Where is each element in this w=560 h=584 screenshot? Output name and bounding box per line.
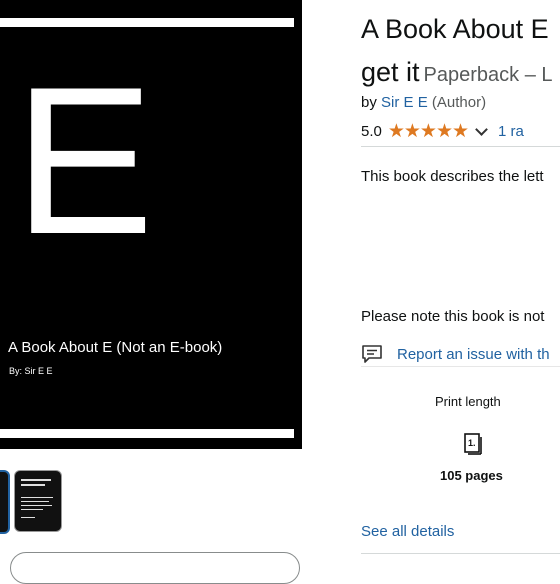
thumb-text-line — [21, 505, 52, 506]
ratings-count-link[interactable]: 1 ra — [498, 123, 524, 140]
cover-top-stripe — [0, 18, 294, 27]
by-label: by — [361, 94, 377, 111]
product-description: This book describes the lett — [361, 168, 544, 185]
cover-big-letter: E — [14, 43, 155, 278]
bottom-button[interactable] — [10, 552, 300, 584]
author-link[interactable]: Sir E E — [381, 94, 428, 111]
chevron-down-icon[interactable] — [475, 123, 488, 136]
thumbnail-1[interactable] — [0, 470, 10, 534]
product-title: A Book About E — [361, 13, 549, 45]
product-title-cont: get it Paperback – L — [361, 56, 553, 91]
cover-author: By: Sir E E — [9, 366, 53, 376]
byline: by Sir E E (Author) — [361, 94, 486, 111]
cover-bottom-stripe — [0, 429, 294, 438]
product-title-line2: get it — [361, 57, 420, 87]
book-cover-image[interactable]: E A Book About E (Not an E-book) By: Sir… — [0, 0, 302, 449]
divider — [361, 366, 560, 367]
thumb-text-line — [21, 497, 53, 498]
divider — [361, 553, 560, 554]
rating-value: 5.0 — [361, 123, 382, 140]
rating-row: 5.0 ★★★★★ 1 ra — [361, 120, 524, 143]
print-length-label: Print length — [435, 394, 501, 409]
report-issue[interactable]: Report an issue with th — [361, 344, 550, 364]
product-note: Please note this book is not — [361, 308, 545, 325]
thumbnail-2[interactable] — [14, 470, 62, 532]
see-all-details-link[interactable]: See all details — [361, 523, 454, 540]
author-role: (Author) — [431, 94, 487, 111]
thumb-text-line — [21, 501, 49, 502]
cover-title: A Book About E (Not an E-book) — [8, 339, 223, 356]
svg-text:1.: 1. — [468, 438, 476, 448]
report-issue-link[interactable]: Report an issue with th — [397, 346, 550, 363]
divider — [361, 146, 560, 147]
thumb-text-line — [21, 517, 35, 518]
thumb-text-line — [21, 484, 45, 486]
print-length-value: 105 pages — [440, 468, 503, 483]
binding-format: Paperback – L — [423, 64, 553, 86]
book-pages-icon: 1. — [464, 433, 482, 455]
feedback-icon — [362, 345, 382, 363]
star-rating-icon[interactable]: ★★★★★ — [388, 120, 469, 143]
thumb-text-line — [21, 509, 43, 510]
product-title-line1: A Book About E — [361, 14, 549, 44]
thumb-text-line — [21, 479, 51, 481]
